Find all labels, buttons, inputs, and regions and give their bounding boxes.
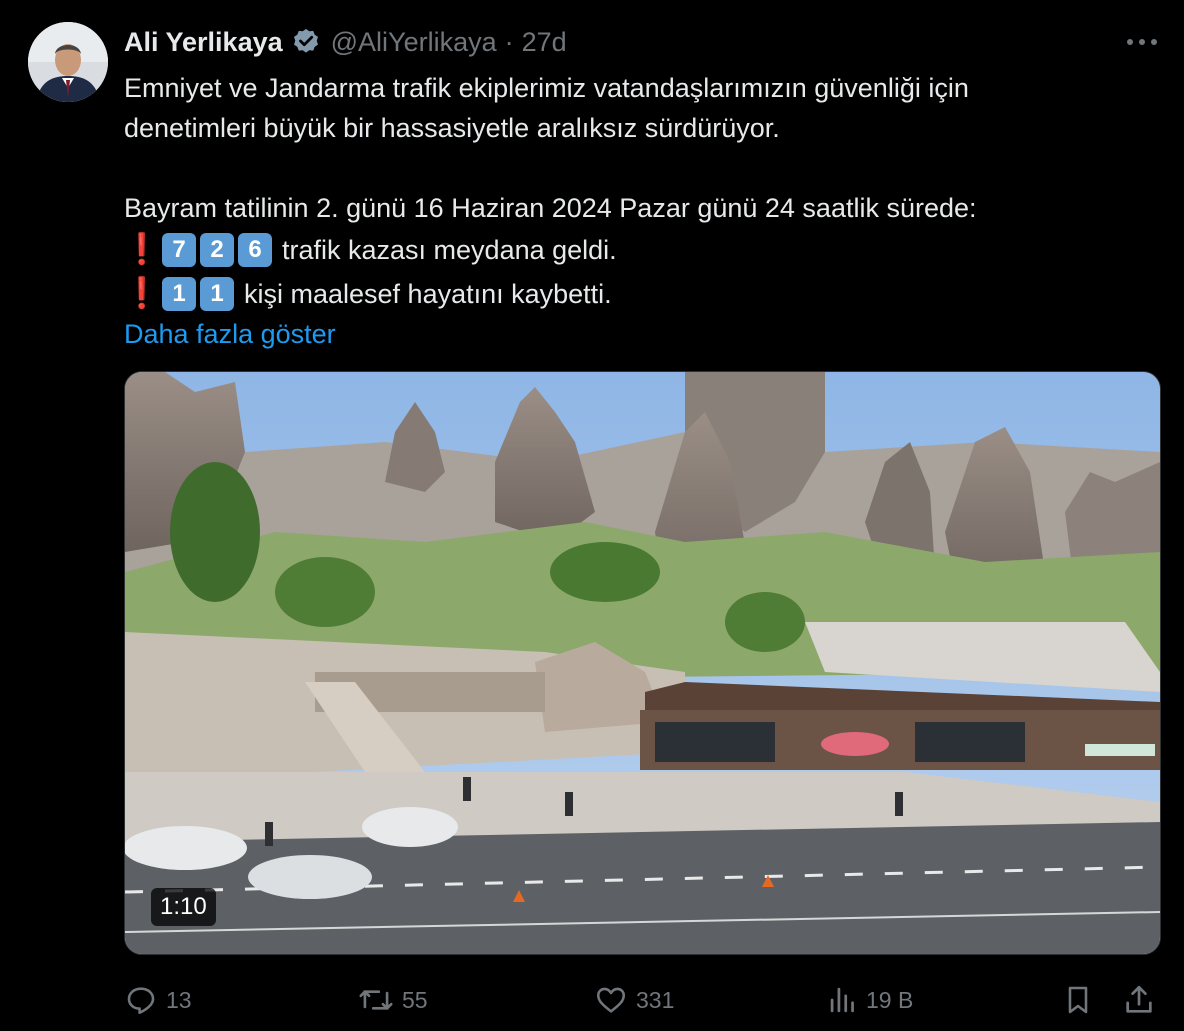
handle[interactable]: @AliYerlikaya <box>331 27 497 58</box>
display-name[interactable]: Ali Yerlikaya <box>124 27 283 58</box>
tweet-line-1: Emniyet ve Jandarma trafik ekiplerimiz v… <box>124 73 969 103</box>
more-dots-icon[interactable] <box>1124 30 1160 54</box>
avatar[interactable] <box>28 22 108 102</box>
exclamation-icon: ❗ <box>123 233 161 266</box>
views-button[interactable]: 19 B <box>828 978 913 1022</box>
stat-accidents: ❗ 7 2 6 trafik kazası meydana geldi. <box>123 228 1154 272</box>
timestamp[interactable]: 27d <box>522 27 567 58</box>
repost-count: 55 <box>402 986 428 1013</box>
stat-deaths-text: kişi maalesef hayatını kaybetti. <box>244 279 612 309</box>
repost-button[interactable]: 55 <box>358 978 428 1022</box>
tweet-header: Ali Yerlikaya @AliYerlikaya · 27d <box>124 24 567 60</box>
repost-icon <box>359 990 393 1010</box>
exclamation-icon: ❗ <box>123 277 161 310</box>
tweet-line-3: Bayram tatilinin 2. günü 16 Haziran 2024… <box>124 193 977 223</box>
keycap-digit: 6 <box>238 233 272 267</box>
verified-badge-icon[interactable] <box>291 27 321 57</box>
keycap-digit: 2 <box>200 233 234 267</box>
keycap-digit: 1 <box>200 277 234 311</box>
tweet-text: Emniyet ve Jandarma trafik ekiplerimiz v… <box>123 68 1154 354</box>
share-icon <box>1126 985 1152 1013</box>
show-more-link[interactable]: Daha fazla göster <box>124 314 1154 354</box>
video-thumbnail <box>125 372 1160 954</box>
video-player[interactable]: 1:10 <box>124 371 1161 955</box>
keycap-digit: 1 <box>162 277 196 311</box>
tweet: Ali Yerlikaya @AliYerlikaya · 27d Emniye… <box>0 0 1184 1031</box>
stat-accidents-text: trafik kazası meydana geldi. <box>282 235 617 265</box>
heart-icon <box>596 987 626 1013</box>
reply-count: 13 <box>166 986 192 1013</box>
tweet-line-2: denetimleri büyük bir hassasiyetle aralı… <box>124 113 780 143</box>
bookmark-icon <box>1068 986 1088 1014</box>
bookmark-button[interactable] <box>1062 978 1102 1022</box>
views-count: 19 B <box>866 986 914 1013</box>
views-chart-icon <box>830 987 854 1013</box>
action-bar: 13 55 331 19 B <box>124 978 1164 1022</box>
reply-icon <box>127 987 155 1015</box>
avatar-image <box>28 22 108 102</box>
separator-dot: · <box>504 26 514 57</box>
stat-deaths: ❗ 1 1 kişi maalesef hayatını kaybetti. <box>123 272 1154 316</box>
share-button[interactable] <box>1122 978 1164 1022</box>
reply-button[interactable]: 13 <box>124 978 192 1022</box>
keycap-digit: 7 <box>162 233 196 267</box>
video-duration: 1:10 <box>151 888 216 926</box>
like-button[interactable]: 331 <box>594 978 674 1022</box>
like-count: 331 <box>636 986 675 1013</box>
